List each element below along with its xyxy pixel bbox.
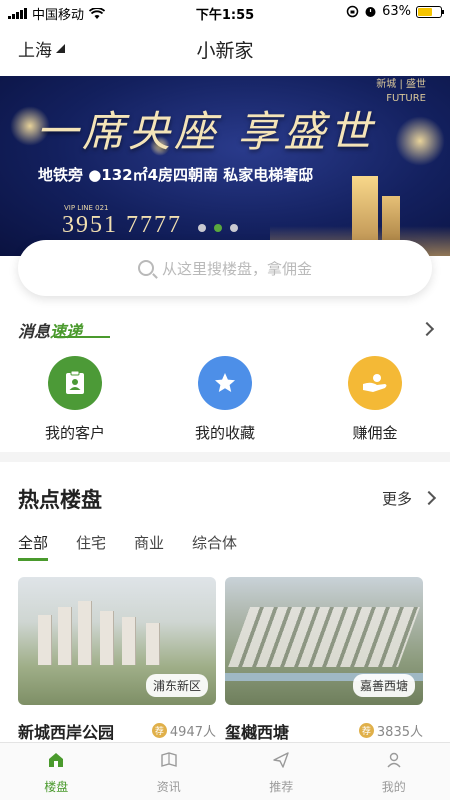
- banner-vip-label: VIP LINE 021: [64, 204, 109, 212]
- alarm-icon: [365, 7, 376, 17]
- quick-action-label: 我的收藏: [194, 424, 255, 442]
- section-title: 热点楼盘: [18, 488, 102, 512]
- property-photo: 浦东新区: [18, 577, 216, 705]
- nav-bar: 上海 小新家: [0, 24, 450, 76]
- villa-rows-illustration: [228, 607, 420, 667]
- battery-icon: [416, 5, 444, 18]
- tab-complex[interactable]: 综合体: [192, 532, 237, 561]
- battery-percent: 63%: [382, 4, 411, 19]
- quick-action-favorites[interactable]: 我的收藏: [165, 356, 285, 443]
- tabbar-item-profile[interactable]: 我的: [338, 743, 450, 800]
- tabbar-label: 资讯: [156, 780, 181, 794]
- tabbar-label: 推荐: [269, 780, 294, 794]
- property-photo: 嘉善西塘: [225, 577, 423, 705]
- star-icon: [198, 356, 252, 410]
- more-link[interactable]: 更多: [382, 488, 412, 509]
- carousel-dot[interactable]: [214, 224, 222, 232]
- property-count: 荐 3835人: [358, 721, 423, 740]
- news-icon: [161, 752, 177, 767]
- quick-actions: 我的客户 我的收藏 赚佣金: [0, 356, 450, 446]
- tabbar-label: 楼盘: [44, 780, 69, 794]
- chevron-right-icon[interactable]: [419, 321, 435, 337]
- quick-action-commission[interactable]: 赚佣金: [315, 356, 435, 443]
- profile-icon: [387, 752, 401, 768]
- quick-action-clients[interactable]: 我的客户: [15, 356, 135, 443]
- building-illustration: [122, 617, 136, 665]
- banner-subline: 地铁旁 ●132㎡4房四朝南 私家电梯奢邸: [38, 166, 314, 184]
- tabbar-label: 我的: [381, 780, 406, 794]
- follower-count: 3835人: [376, 725, 423, 740]
- tabbar-item-properties[interactable]: 楼盘: [0, 743, 113, 800]
- coin-icon: 荐: [358, 723, 374, 738]
- banner-brand-en: FUTURE: [386, 93, 426, 104]
- carousel-dots: [198, 224, 238, 232]
- news-ticker[interactable]: 消息速递: [18, 318, 438, 342]
- tab-commercial[interactable]: 商业: [134, 532, 164, 561]
- news-logo-part: 速递: [50, 322, 83, 341]
- tabbar-item-recommend[interactable]: 推荐: [225, 743, 338, 800]
- building-illustration: [38, 615, 52, 665]
- sparkle-decoration: [395, 116, 445, 166]
- news-logo-part: 消息: [18, 322, 51, 341]
- news-logo: 消息速递: [18, 318, 110, 342]
- district-tag: 浦东新区: [145, 674, 208, 697]
- search-bar[interactable]: 从这里搜楼盘，拿佣金: [18, 240, 432, 296]
- quick-action-label: 我的客户: [44, 424, 105, 442]
- banner-phone: 3951 7777: [62, 212, 182, 238]
- carousel-dot[interactable]: [230, 224, 238, 232]
- quick-action-label: 赚佣金: [352, 424, 398, 442]
- property-count: 荐 4947人: [151, 721, 216, 740]
- home-icon: [49, 753, 64, 767]
- search-placeholder: 从这里搜楼盘，拿佣金: [161, 259, 312, 278]
- carousel-dot[interactable]: [198, 224, 206, 232]
- search-icon: [137, 260, 154, 276]
- banner-headline: 一席央座 享盛世: [36, 107, 376, 156]
- hand-coin-icon: [348, 356, 402, 410]
- hot-properties-section: 热点楼盘 更多 全部 住宅 商业 综合体 浦东新区 新城西岸公园 荐 4947人…: [0, 462, 450, 742]
- building-illustration: [78, 601, 92, 665]
- building-illustration: [146, 623, 160, 665]
- property-name: 玺樾西塘: [225, 723, 290, 742]
- page-title: 小新家: [196, 40, 254, 62]
- send-icon: [273, 752, 289, 768]
- banner-brand: 新城 | 盛世 FUTURE: [376, 78, 426, 106]
- bottom-tab-bar: 楼盘 资讯 推荐 我的: [0, 742, 450, 800]
- news-logo-underline: [54, 336, 110, 338]
- client-card-icon: [48, 356, 102, 410]
- district-tag: 嘉善西塘: [352, 674, 415, 697]
- status-bar: 中国移动 下午1:55 63%: [0, 0, 450, 24]
- property-name: 新城西岸公园: [18, 723, 115, 742]
- rotation-lock-icon: [346, 5, 359, 18]
- building-illustration: [100, 611, 114, 665]
- building-illustration: [58, 607, 72, 665]
- tab-all[interactable]: 全部: [18, 532, 49, 561]
- follower-count: 4947人: [169, 725, 216, 740]
- category-tabs: 全部 住宅 商业 综合体: [18, 532, 237, 561]
- property-card[interactable]: 浦东新区 新城西岸公园 荐 4947人: [18, 577, 216, 742]
- tabbar-item-news[interactable]: 资讯: [113, 743, 226, 800]
- property-card[interactable]: 嘉善西塘 玺樾西塘 荐 3835人: [225, 577, 423, 742]
- tab-residential[interactable]: 住宅: [76, 532, 106, 561]
- coin-icon: 荐: [151, 723, 167, 738]
- banner-brand-name: 新城 | 盛世: [376, 79, 426, 90]
- chevron-right-icon[interactable]: [421, 490, 437, 506]
